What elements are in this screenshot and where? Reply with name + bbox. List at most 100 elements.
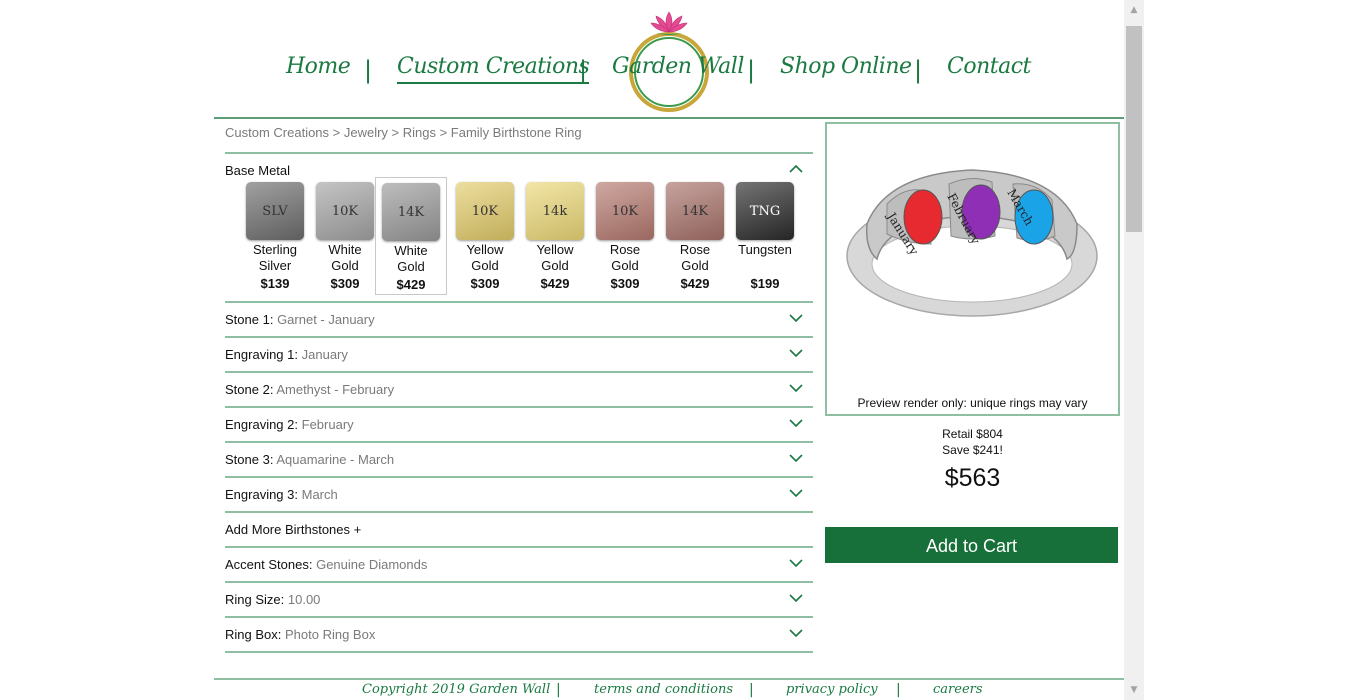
ring-preview: January February March Preview render on… (825, 122, 1120, 416)
metal-swatch[interactable]: TNG Tungsten $199 (730, 182, 800, 297)
metal-tile[interactable]: 10K (316, 182, 374, 240)
option-label: Engraving 2: February (225, 417, 354, 432)
savings: Save $241! (942, 443, 1003, 457)
metal-price: $429 (540, 276, 570, 291)
chevron-down-icon[interactable] (789, 486, 803, 500)
metal-tile[interactable]: 14k (526, 182, 584, 240)
option-label-text: Stone 1: (225, 312, 274, 327)
option-row[interactable]: Add More Birthstones + (225, 513, 813, 548)
metal-code: 14k (542, 203, 568, 219)
option-label: Accent Stones: Genuine Diamonds (225, 557, 427, 572)
preview-caption: Preview render only: unique rings may va… (857, 396, 1088, 410)
metal-tile[interactable]: 14K (382, 183, 440, 241)
metal-name: White Gold (310, 242, 380, 274)
nav-shop-online[interactable]: Shop Online (780, 54, 912, 79)
metal-name: Yellow Gold (450, 242, 520, 274)
footer-separator: | (749, 682, 754, 698)
metal-name-line2: Gold (611, 258, 639, 273)
base-metal-label[interactable]: Base Metal (225, 163, 290, 178)
metal-price: $429 (396, 277, 426, 292)
metal-name-line1: Rose (609, 242, 641, 257)
metal-name-line1: Tungsten (738, 242, 792, 257)
nav-contact[interactable]: Contact (947, 54, 1031, 79)
metal-price: $309 (470, 276, 500, 291)
metal-name-line1: White (394, 243, 428, 258)
vertical-scrollbar[interactable]: ▲ ▼ (1124, 0, 1144, 700)
metal-name-line2: Gold (541, 258, 569, 273)
footer-separator: | (896, 682, 901, 698)
chevron-down-icon[interactable] (789, 381, 803, 395)
metal-name-line2: Gold (397, 259, 425, 274)
nav-custom-creations[interactable]: Custom Creations (397, 54, 590, 84)
metal-price: $309 (330, 276, 360, 291)
option-value: Garnet - January (277, 312, 375, 327)
option-row[interactable]: Engraving 3: March (225, 478, 813, 513)
nav-separator: | (364, 56, 373, 84)
option-label: Stone 3: Aquamarine - March (225, 452, 394, 467)
option-value: February (301, 417, 354, 432)
option-label-text: Add More Birthstones + (225, 522, 362, 537)
metal-name: Yellow Gold (520, 242, 590, 274)
metal-name-line2 (730, 258, 800, 274)
metal-swatch[interactable]: 14K Rose Gold $429 (660, 182, 730, 297)
metal-tile[interactable]: 14K (666, 182, 724, 240)
metal-name: Rose Gold (590, 242, 660, 274)
chevron-down-icon[interactable] (789, 416, 803, 430)
metal-name-line1: Sterling (252, 242, 298, 257)
metal-swatch[interactable]: 10K White Gold $309 (310, 182, 380, 297)
chevron-down-icon[interactable] (789, 591, 803, 605)
breadcrumb[interactable]: Custom Creations > Jewelry > Rings > Fam… (225, 125, 582, 140)
option-value: Amethyst - February (276, 382, 395, 397)
option-row[interactable]: Engraving 2: February (225, 408, 813, 443)
metal-name-line2: Silver (258, 258, 292, 273)
scroll-up-icon[interactable]: ▲ (1124, 0, 1144, 20)
metal-name: Tungsten (730, 242, 800, 274)
option-row[interactable]: Accent Stones: Genuine Diamonds (225, 548, 813, 583)
option-label-text: Engraving 3: (225, 487, 298, 502)
nav-home[interactable]: Home (286, 54, 351, 79)
metal-tile[interactable]: TNG (736, 182, 794, 240)
metal-tile[interactable]: 10K (596, 182, 654, 240)
option-label-text: Stone 2: (225, 382, 274, 397)
option-label: Engraving 1: January (225, 347, 348, 362)
chevron-down-icon[interactable] (789, 626, 803, 640)
metal-name-line2: Gold (331, 258, 359, 273)
option-row[interactable]: Engraving 1: January (225, 338, 813, 373)
footer-terms-link[interactable]: terms and conditions (594, 682, 733, 697)
nav-garden-wall[interactable]: Garden Wall (612, 54, 744, 79)
option-label-text: Accent Stones: (225, 557, 313, 572)
chevron-down-icon[interactable] (789, 346, 803, 360)
option-row[interactable]: Stone 2: Amethyst - February (225, 373, 813, 408)
footer-copyright[interactable]: Copyright 2019 Garden Wall (362, 682, 550, 697)
option-value: 10.00 (287, 592, 321, 607)
chevron-down-icon[interactable] (789, 311, 803, 325)
metal-name-line2: Gold (681, 258, 709, 273)
metal-swatch[interactable]: 10K Yellow Gold $309 (450, 182, 520, 297)
footer: Copyright 2019 Garden Wall | terms and c… (214, 678, 1124, 700)
metal-swatch[interactable]: 10K Rose Gold $309 (590, 182, 660, 297)
ring-options-panel: Base Metal SLV Sterling Silver $139 10K White… (225, 152, 813, 653)
chevron-down-icon[interactable] (789, 556, 803, 570)
option-label-text: Engraving 1: (225, 347, 298, 362)
ring-preview-image: January February March (846, 169, 1098, 317)
option-row[interactable]: Stone 1: Garnet - January (225, 303, 813, 338)
metal-name: Sterling Silver (240, 242, 310, 274)
option-row[interactable]: Stone 3: Aquamarine - March (225, 443, 813, 478)
metal-swatch[interactable]: 14k Yellow Gold $429 (520, 182, 590, 297)
chevron-up-icon[interactable] (789, 162, 803, 176)
scrollbar-thumb[interactable] (1126, 26, 1142, 232)
option-row[interactable]: Ring Size: 10.00 (225, 583, 813, 618)
chevron-down-icon[interactable] (789, 451, 803, 465)
footer-privacy-link[interactable]: privacy policy (786, 682, 878, 697)
add-to-cart-button[interactable]: Add to Cart (825, 527, 1118, 563)
metal-tile[interactable]: SLV (246, 182, 304, 240)
metal-tile[interactable]: 10K (456, 182, 514, 240)
metal-name: Rose Gold (660, 242, 730, 274)
option-row[interactable]: Ring Box: Photo Ring Box (225, 618, 813, 653)
metal-swatch[interactable]: 14K White Gold $429 (375, 177, 447, 295)
metal-swatch[interactable]: SLV Sterling Silver $139 (240, 182, 310, 297)
metal-code: 14K (397, 204, 425, 220)
option-value: January (301, 347, 348, 362)
scroll-down-icon[interactable]: ▼ (1124, 680, 1144, 700)
footer-careers-link[interactable]: careers (933, 682, 983, 697)
